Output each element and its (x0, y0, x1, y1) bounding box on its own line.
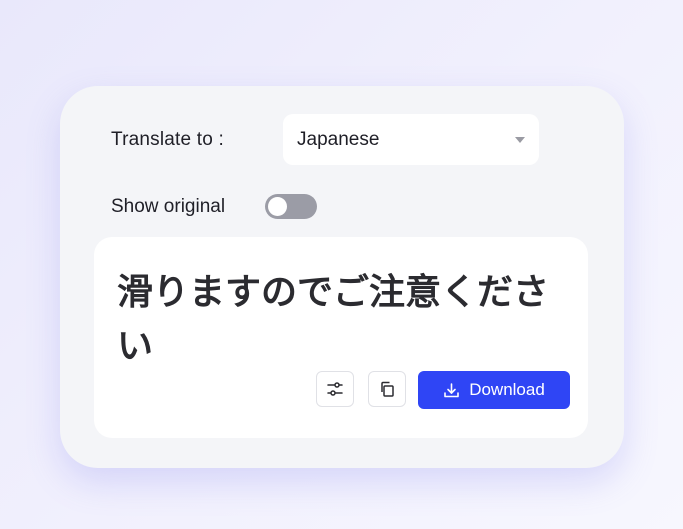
copy-button[interactable] (368, 371, 406, 407)
caret-down-icon (515, 137, 525, 143)
toggle-knob (268, 197, 287, 216)
translated-text: 滑りますのでご注意ください (117, 271, 550, 366)
translate-to-label: Translate to : (111, 129, 224, 150)
selected-language: Japanese (297, 129, 380, 150)
download-button[interactable]: Download (418, 371, 570, 409)
download-icon (444, 382, 459, 397)
copy-icon (381, 381, 394, 397)
download-label: Download (469, 380, 545, 399)
show-original-toggle[interactable] (265, 194, 317, 219)
sliders-icon (327, 382, 343, 396)
settings-button[interactable] (316, 371, 354, 407)
translation-output: 滑りますのでご注意ください Download (94, 237, 588, 438)
translation-card: Translate to : Japanese Show original 滑り… (60, 86, 624, 468)
language-select[interactable]: Japanese (283, 114, 539, 165)
show-original-label: Show original (111, 196, 226, 217)
